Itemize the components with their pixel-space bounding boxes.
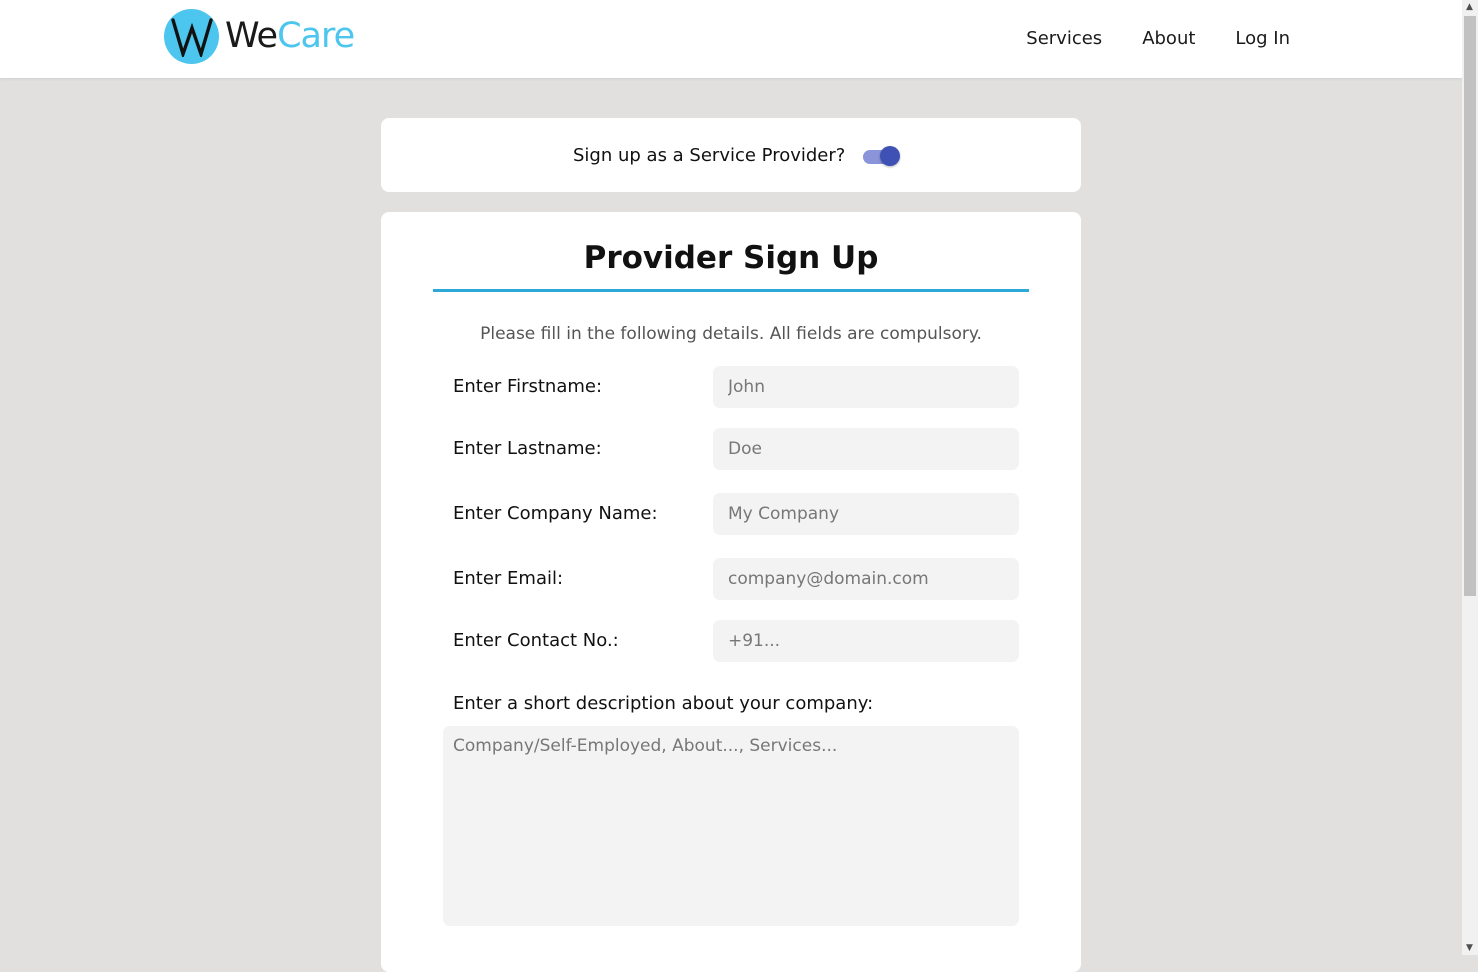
nav-links: Services About Log In	[1026, 28, 1290, 49]
scroll-thumb[interactable]	[1464, 16, 1476, 596]
scroll-up-arrow-icon[interactable]: ▲	[1466, 2, 1473, 12]
scroll-down-arrow-icon[interactable]: ▼	[1466, 943, 1473, 953]
provider-toggle-switch[interactable]	[863, 145, 903, 167]
lastname-input[interactable]	[713, 428, 1019, 470]
form-instructions: Please fill in the following details. Al…	[480, 324, 982, 344]
email-label: Enter Email:	[453, 568, 564, 589]
provider-toggle-card: Sign up as a Service Provider?	[381, 118, 1081, 192]
navbar: WeCare Services About Log In	[0, 0, 1462, 78]
company-name-input[interactable]	[713, 493, 1019, 535]
brand-name-we: We	[225, 16, 278, 56]
brand-logo[interactable]: WeCare	[164, 9, 355, 64]
logo-w-icon	[164, 9, 219, 64]
lastname-label: Enter Lastname:	[453, 438, 602, 459]
description-textarea[interactable]	[443, 726, 1019, 926]
title-underline	[433, 289, 1029, 292]
logo-w-glyph	[170, 17, 213, 57]
nav-services-link[interactable]: Services	[1026, 28, 1102, 49]
signup-form-card: Provider Sign Up Please fill in the foll…	[381, 212, 1081, 972]
provider-toggle-label: Sign up as a Service Provider?	[573, 145, 846, 166]
contact-input[interactable]	[713, 620, 1019, 662]
brand-name-care: Care	[277, 16, 355, 56]
company-name-label: Enter Company Name:	[453, 503, 658, 524]
email-input[interactable]	[713, 558, 1019, 600]
description-label: Enter a short description about your com…	[453, 693, 874, 714]
firstname-input[interactable]	[713, 366, 1019, 408]
form-title: Provider Sign Up	[583, 240, 879, 276]
firstname-label: Enter Firstname:	[453, 376, 603, 397]
page-scrollbar[interactable]: ▲ ▼	[1462, 0, 1478, 955]
switch-thumb	[880, 146, 900, 166]
nav-login-link[interactable]: Log In	[1235, 28, 1290, 49]
brand-name: WeCare	[225, 16, 355, 56]
contact-label: Enter Contact No.:	[453, 630, 619, 651]
nav-about-link[interactable]: About	[1142, 28, 1195, 49]
